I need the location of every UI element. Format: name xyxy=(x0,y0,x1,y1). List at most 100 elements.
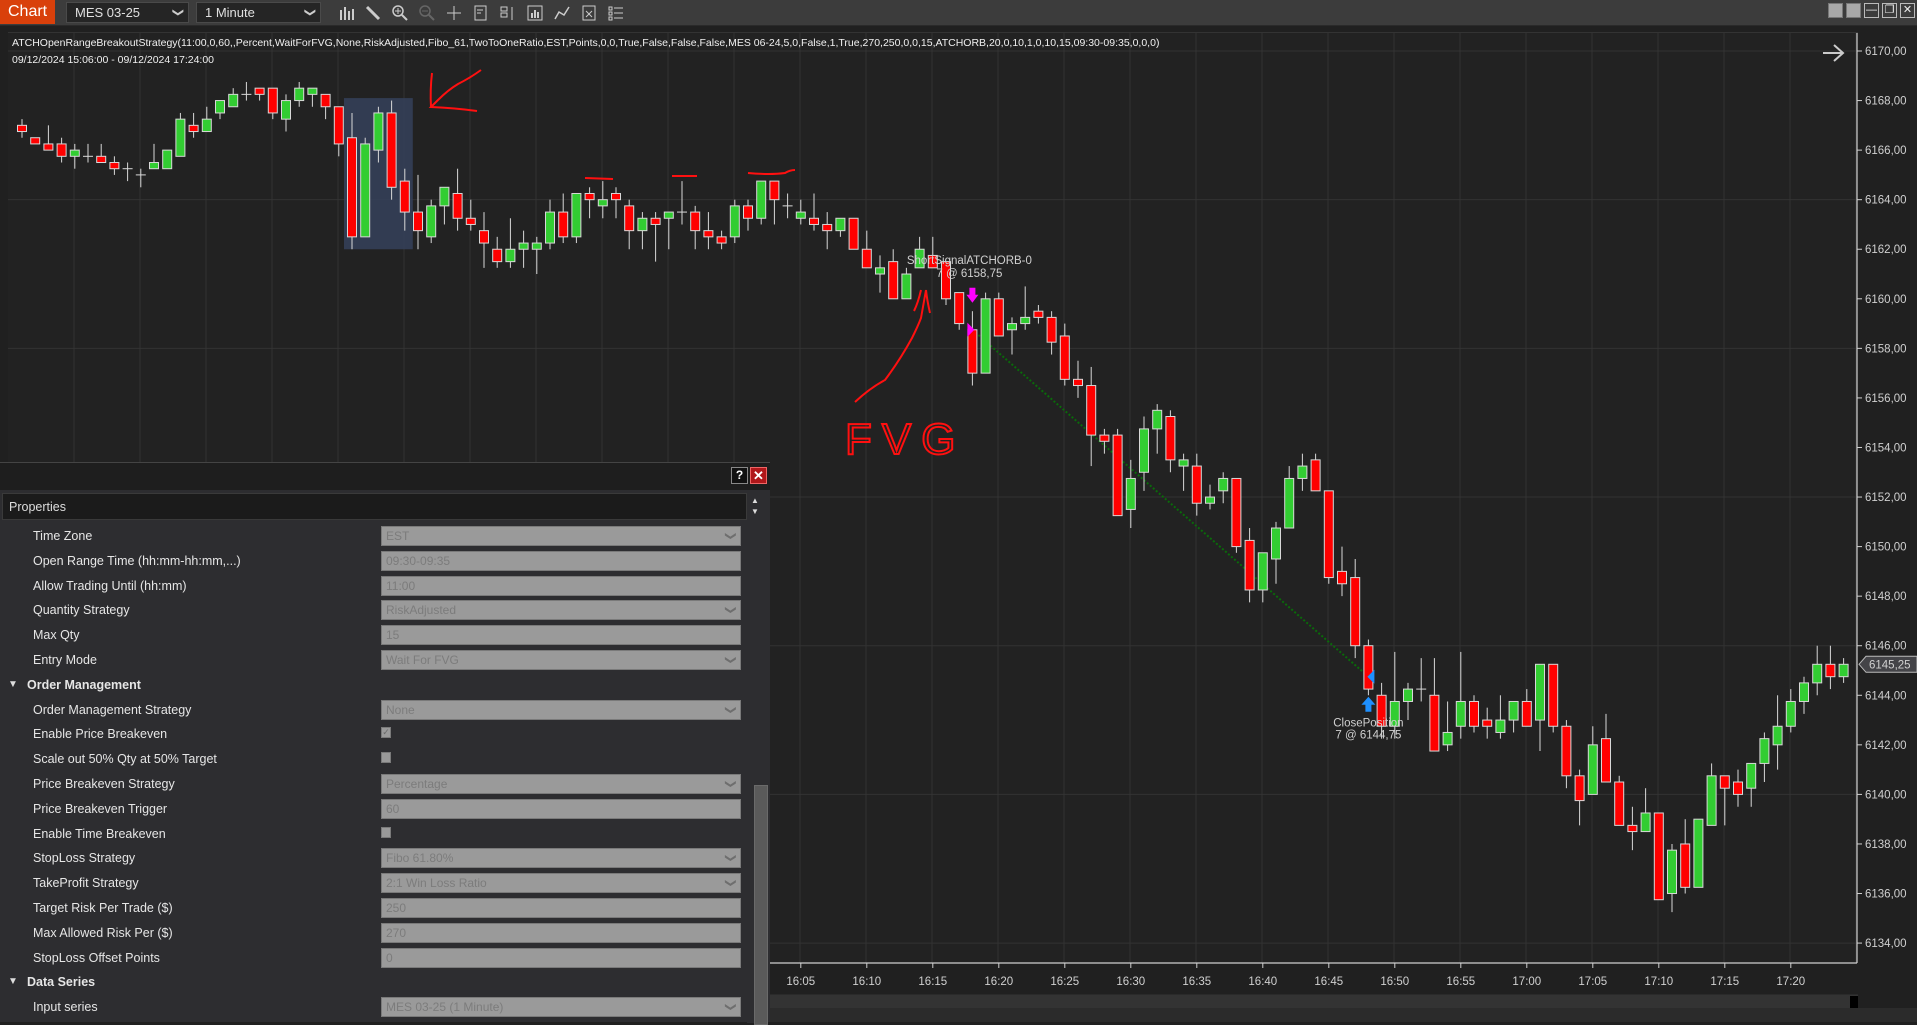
property-input[interactable]: 60 xyxy=(381,798,741,819)
property-input[interactable]: 270 xyxy=(381,922,741,943)
chevron-down-icon: ❯ xyxy=(724,853,737,863)
property-label: Input series xyxy=(33,1000,98,1015)
candle xyxy=(848,217,859,250)
candle-body xyxy=(1455,700,1466,727)
property-dropdown[interactable]: Wait For FVG ❯ xyxy=(381,650,741,670)
property-dropdown[interactable]: EST ❯ xyxy=(381,526,741,546)
time-tick-label: 16:40 xyxy=(1248,976,1277,988)
candle xyxy=(413,174,423,250)
property-input[interactable]: 0 xyxy=(381,947,741,968)
candle xyxy=(281,94,291,132)
candle xyxy=(492,236,503,268)
property-input[interactable]: 11:00 xyxy=(381,575,741,596)
candle-body xyxy=(360,143,371,238)
candle xyxy=(901,267,912,300)
time-tick-label: 16:15 xyxy=(918,976,947,988)
properties-title: Properties xyxy=(9,500,66,514)
time-axis: 16:05 16:10 16:15 16:20 16:25 16:30 16:35 16:40… xyxy=(786,963,1805,988)
time-tick-label: 17:05 xyxy=(1578,976,1607,988)
candle-body xyxy=(1429,694,1440,752)
close-button[interactable]: ✕ xyxy=(750,467,767,484)
property-checkbox[interactable] xyxy=(381,752,391,764)
scroll-right-icon[interactable] xyxy=(1850,996,1858,1008)
candle xyxy=(1442,701,1453,752)
arrow-right-icon[interactable] xyxy=(1823,44,1845,62)
property-input[interactable]: 09:30-09:35 xyxy=(381,550,741,571)
candle-body xyxy=(716,236,727,244)
expand-triangle-icon[interactable]: ▼ xyxy=(8,976,18,987)
vertical-scrollbar[interactable] xyxy=(747,520,768,1025)
candle xyxy=(1469,695,1479,733)
scroll-up-icon[interactable]: ▲ xyxy=(748,495,762,506)
category-data-series[interactable]: ▼ Data Series xyxy=(0,971,745,993)
candle-body xyxy=(663,211,674,219)
property-input[interactable]: 15 xyxy=(381,625,741,646)
candle xyxy=(1535,663,1545,752)
property-label: Enable Price Breakeven xyxy=(33,727,168,742)
property-label: Max Qty xyxy=(33,628,80,643)
entry-signal-name: ShortSignalATCHORB-0 xyxy=(907,255,1032,267)
property-dropdown[interactable]: 2:1 Win Loss Ratio ❯ xyxy=(381,873,741,894)
chevron-down-icon: ❯ xyxy=(724,605,737,615)
trade-connector-line xyxy=(971,329,1370,678)
candle xyxy=(1653,812,1664,901)
time-tick-label: 16:30 xyxy=(1116,976,1145,988)
property-dropdown[interactable]: RiskAdjusted ❯ xyxy=(381,600,741,621)
entry-signal-detail: 7 @ 6158,75 xyxy=(936,268,1002,280)
expand-triangle-icon[interactable]: ▼ xyxy=(8,679,18,690)
candle xyxy=(1284,466,1295,529)
property-value: EST xyxy=(386,529,410,543)
help-button[interactable]: ? xyxy=(731,467,748,484)
category-order-management[interactable]: ▼ Order Management xyxy=(0,674,745,696)
candle-body xyxy=(1785,700,1796,727)
candle-body xyxy=(1165,416,1176,461)
candle xyxy=(967,311,978,386)
candle-body xyxy=(1086,385,1097,436)
property-dropdown[interactable]: MES 03-25 (1 Minute) ❯ xyxy=(381,997,741,1018)
candle-body xyxy=(1059,335,1070,380)
property-input[interactable]: 250 xyxy=(381,898,741,918)
property-value: 250 xyxy=(386,901,407,915)
candle-body xyxy=(1469,700,1479,727)
scroll-down-icon[interactable]: ▼ xyxy=(748,506,762,517)
candle xyxy=(241,81,252,101)
property-value: 15 xyxy=(386,628,400,643)
candle-body xyxy=(56,143,67,157)
property-dropdown[interactable]: Percentage ❯ xyxy=(381,774,741,794)
property-value: MES 03-25 (1 Minute) xyxy=(386,1000,504,1015)
price-tick-label: 6156,00 xyxy=(1865,393,1907,405)
property-dropdown[interactable]: None ❯ xyxy=(381,699,741,720)
property-row: StopLoss Strategy Fibo 61.80% ❯ xyxy=(0,847,745,869)
candle-body xyxy=(1363,645,1374,690)
candle xyxy=(386,100,397,200)
candle xyxy=(320,93,331,120)
candle-body xyxy=(1350,577,1361,647)
property-row: Price Breakeven Trigger 60 xyxy=(0,798,745,820)
candle-body xyxy=(1218,477,1229,492)
property-checkbox[interactable]: ✓ xyxy=(381,727,391,739)
scroll-arrows[interactable]: ▲ ▼ xyxy=(748,495,762,521)
candle-body xyxy=(1759,738,1770,764)
candle xyxy=(558,193,569,244)
candle-body xyxy=(875,267,885,275)
scroll-thumb[interactable] xyxy=(754,785,768,1025)
candle xyxy=(1587,726,1598,795)
property-dropdown[interactable]: Fibo 61.80% ❯ xyxy=(381,848,741,869)
candle-body xyxy=(149,162,159,170)
candle xyxy=(162,149,173,170)
property-label: Entry Mode xyxy=(33,653,97,667)
candle xyxy=(703,212,714,250)
horizontal-scrollbar[interactable] xyxy=(770,994,1858,1008)
candle xyxy=(756,180,767,225)
candle-body xyxy=(465,217,476,225)
candle xyxy=(1099,428,1110,454)
property-checkbox[interactable] xyxy=(381,826,391,838)
candle xyxy=(294,81,305,107)
candle xyxy=(1667,843,1677,913)
candle-body xyxy=(96,155,107,164)
candle-body xyxy=(650,217,661,225)
candle-body xyxy=(1033,310,1044,318)
chevron-down-icon: ❯ xyxy=(724,655,737,665)
candle-body xyxy=(386,112,397,188)
candle-body xyxy=(347,137,357,238)
